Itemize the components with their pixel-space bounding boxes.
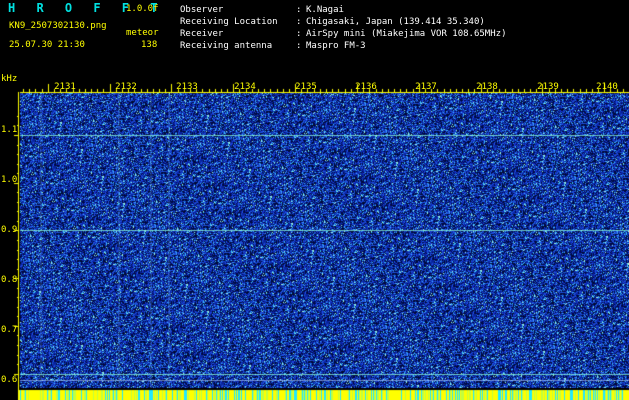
header-bar: H R O F F T 1.0.0f KN9_2507302130.png me… [0,0,629,74]
app-version: 1.0.0f [126,4,159,14]
x-tick-label: 2140 [596,82,618,92]
info-sep: : [296,17,302,27]
info-value-location: Chigasaki, Japan (139.414 35.340) [306,17,485,27]
mode-label: meteor [126,28,159,38]
info-label-location: Receiving Location [180,17,278,27]
x-tick-label: 2133 [176,82,198,92]
info-value-antenna: Maspro FM-3 [306,41,366,51]
y-tick-label: 0.6 [1,375,18,385]
datetime-label: 25.07.30 21:30 [9,40,85,50]
y-tick-label: 0.9 [1,225,18,235]
x-tick-label: 2131 [54,82,76,92]
filename-label: KN9_2507302130.png [9,21,107,31]
x-tick-label: 2138 [476,82,498,92]
info-sep: : [296,29,302,39]
info-sep: : [296,41,302,51]
info-value-receiver: AirSpy mini (Miakejima VOR 108.65MHz) [306,29,507,39]
x-tick-label: 2136 [355,82,377,92]
info-label-antenna: Receiving antenna [180,41,273,51]
x-tick-label: 2132 [115,82,137,92]
x-tick-label: 2137 [415,82,437,92]
y-tick-label: 1.1 [1,125,18,135]
x-tick-label: 2139 [537,82,559,92]
info-sep: : [296,5,302,15]
spectrogram-canvas[interactable] [0,74,629,400]
count-label: 138 [141,40,158,50]
info-label-receiver: Receiver [180,29,224,39]
y-tick-label: 1.0 [1,175,18,185]
y-axis-unit-label: kHz [1,74,18,84]
info-value-observer: K.Nagai [306,5,344,15]
spectrogram-panel[interactable]: kHz 2131 2132 2133 2134 2135 2136 2137 2… [0,74,629,400]
info-label-observer: Observer [180,5,224,15]
x-tick-label: 2135 [295,82,317,92]
x-tick-label: 2134 [234,82,256,92]
y-tick-label: 0.8 [1,275,18,285]
y-tick-label: 0.7 [1,325,18,335]
